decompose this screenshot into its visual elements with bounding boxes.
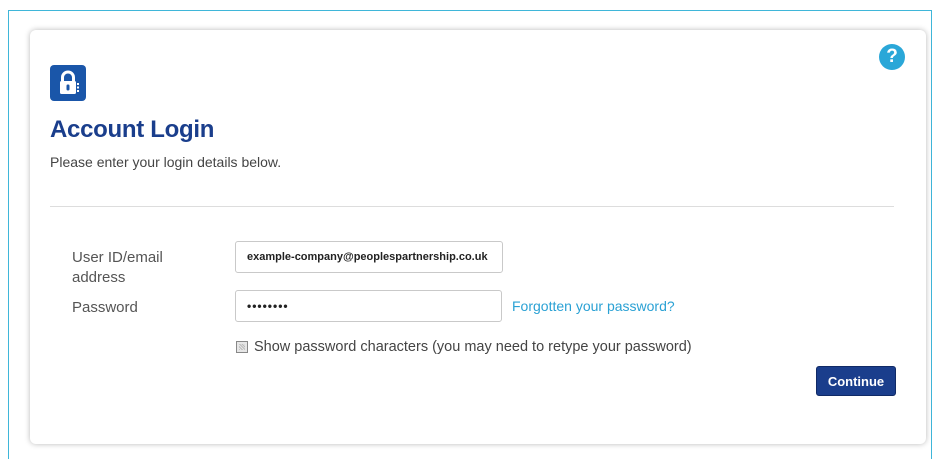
page-subtitle: Please enter your login details below. bbox=[50, 154, 282, 170]
forgot-password-link[interactable]: Forgotten your password? bbox=[512, 298, 675, 314]
password-label: Password bbox=[72, 299, 138, 316]
page-title: Account Login bbox=[50, 116, 215, 143]
show-password-row[interactable]: Show password characters (you may need t… bbox=[236, 339, 692, 355]
continue-button[interactable]: Continue bbox=[816, 366, 896, 396]
user-id-label: User ID/email address bbox=[72, 249, 163, 286]
user-id-input[interactable] bbox=[235, 241, 503, 273]
show-password-checkbox[interactable] bbox=[236, 341, 248, 353]
login-card: ? Account Login Please enter your login … bbox=[30, 30, 926, 444]
password-input[interactable] bbox=[235, 290, 502, 322]
show-password-label: Show password characters (you may need t… bbox=[254, 339, 692, 355]
lock-icon bbox=[50, 65, 86, 101]
divider bbox=[50, 206, 894, 207]
help-icon[interactable]: ? bbox=[879, 44, 905, 70]
